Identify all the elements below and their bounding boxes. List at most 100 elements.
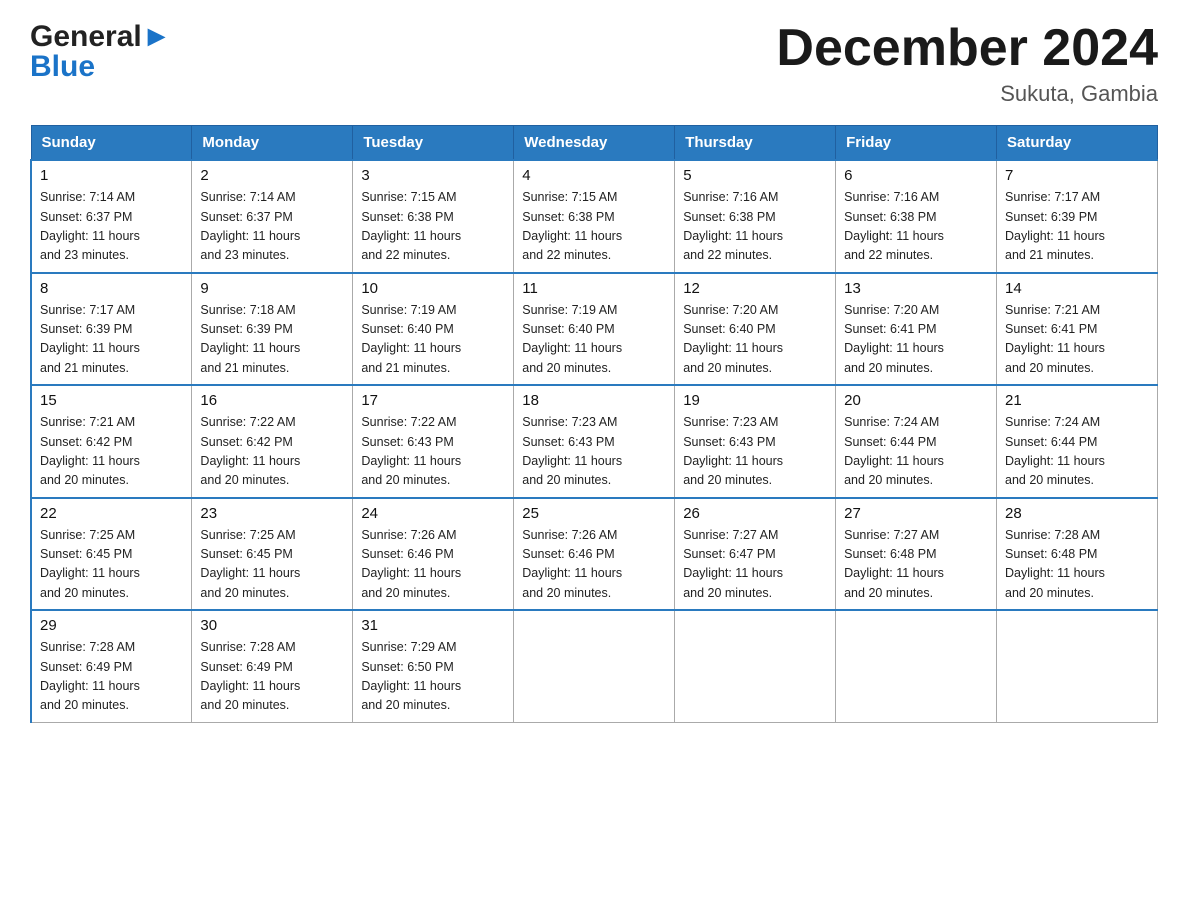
day-cell-29: 29Sunrise: 7:28 AMSunset: 6:49 PMDayligh… [31,610,192,722]
day-number: 21 [1005,392,1149,409]
day-number: 18 [522,392,666,409]
day-number: 15 [40,392,183,409]
month-title: December 2024 [776,20,1158,77]
day-info: Sunrise: 7:28 AMSunset: 6:48 PMDaylight:… [1005,526,1149,604]
weekday-header-friday: Friday [836,126,997,161]
day-number: 9 [200,280,344,297]
day-info: Sunrise: 7:23 AMSunset: 6:43 PMDaylight:… [522,413,666,491]
day-info: Sunrise: 7:24 AMSunset: 6:44 PMDaylight:… [844,413,988,491]
week-row-1: 1 Sunrise: 7:14 AMSunset: 6:37 PMDaylight… [31,160,1158,273]
day-cell-6: 6 Sunrise: 7:16 AMSunset: 6:38 PMDaylight… [836,160,997,273]
day-number: 7 [1005,167,1149,184]
day-cell-15: 15 Sunrise: 7:21 AMSunset: 6:42 PMDayligh… [31,385,192,498]
day-cell-13: 13Sunrise: 7:20 AMSunset: 6:41 PMDayligh… [836,273,997,386]
day-number: 25 [522,505,666,522]
day-cell-23: 23 Sunrise: 7:25 AMSunset: 6:45 PMDayligh… [192,498,353,611]
day-cell-28: 28 Sunrise: 7:28 AMSunset: 6:48 PMDayligh… [997,498,1158,611]
week-row-3: 15 Sunrise: 7:21 AMSunset: 6:42 PMDayligh… [31,385,1158,498]
day-number: 20 [844,392,988,409]
day-info: Sunrise: 7:16 AMSunset: 6:38 PMDaylight:… [844,188,988,266]
day-cell-27: 27Sunrise: 7:27 AMSunset: 6:48 PMDayligh… [836,498,997,611]
empty-cell [675,610,836,722]
day-cell-25: 25 Sunrise: 7:26 AMSunset: 6:46 PMDayligh… [514,498,675,611]
day-info: Sunrise: 7:23 AMSunset: 6:43 PMDaylight:… [683,413,827,491]
day-cell-2: 2 Sunrise: 7:14 AMSunset: 6:37 PMDaylight… [192,160,353,273]
day-number: 28 [1005,505,1149,522]
day-number: 26 [683,505,827,522]
day-cell-26: 26 Sunrise: 7:27 AMSunset: 6:47 PMDayligh… [675,498,836,611]
day-cell-10: 10 Sunrise: 7:19 AMSunset: 6:40 PMDayligh… [353,273,514,386]
day-cell-12: 12 Sunrise: 7:20 AMSunset: 6:40 PMDayligh… [675,273,836,386]
day-number: 12 [683,280,827,297]
day-cell-24: 24 Sunrise: 7:26 AMSunset: 6:46 PMDayligh… [353,498,514,611]
day-info: Sunrise: 7:15 AMSunset: 6:38 PMDaylight:… [522,188,666,266]
day-info: Sunrise: 7:25 AMSunset: 6:45 PMDaylight:… [40,526,183,604]
weekday-header-tuesday: Tuesday [353,126,514,161]
day-number: 19 [683,392,827,409]
day-number: 27 [844,505,988,522]
day-info: Sunrise: 7:26 AMSunset: 6:46 PMDaylight:… [522,526,666,604]
day-cell-11: 11Sunrise: 7:19 AMSunset: 6:40 PMDayligh… [514,273,675,386]
day-info: Sunrise: 7:24 AMSunset: 6:44 PMDaylight:… [1005,413,1149,491]
day-cell-31: 31Sunrise: 7:29 AMSunset: 6:50 PMDayligh… [353,610,514,722]
day-cell-21: 21 Sunrise: 7:24 AMSunset: 6:44 PMDayligh… [997,385,1158,498]
day-info: Sunrise: 7:18 AMSunset: 6:39 PMDaylight:… [200,301,344,379]
empty-cell [836,610,997,722]
weekday-header-monday: Monday [192,126,353,161]
calendar-table: SundayMondayTuesdayWednesdayThursdayFrid… [30,125,1158,723]
day-cell-4: 4 Sunrise: 7:15 AMSunset: 6:38 PMDaylight… [514,160,675,273]
day-info: Sunrise: 7:19 AMSunset: 6:40 PMDaylight:… [361,301,505,379]
page-header: General► Blue December 2024 Sukuta, Gamb… [30,20,1158,107]
day-cell-3: 3 Sunrise: 7:15 AMSunset: 6:38 PMDaylight… [353,160,514,273]
day-cell-9: 9 Sunrise: 7:18 AMSunset: 6:39 PMDaylight… [192,273,353,386]
day-cell-5: 5 Sunrise: 7:16 AMSunset: 6:38 PMDaylight… [675,160,836,273]
day-info: Sunrise: 7:20 AMSunset: 6:41 PMDaylight:… [844,301,988,379]
week-row-4: 22 Sunrise: 7:25 AMSunset: 6:45 PMDayligh… [31,498,1158,611]
day-cell-7: 7Sunrise: 7:17 AMSunset: 6:39 PMDaylight… [997,160,1158,273]
day-info: Sunrise: 7:22 AMSunset: 6:43 PMDaylight:… [361,413,505,491]
logo: General► Blue [30,20,171,84]
day-info: Sunrise: 7:26 AMSunset: 6:46 PMDaylight:… [361,526,505,604]
week-row-5: 29Sunrise: 7:28 AMSunset: 6:49 PMDayligh… [31,610,1158,722]
day-cell-17: 17Sunrise: 7:22 AMSunset: 6:43 PMDayligh… [353,385,514,498]
logo-line1: General► [30,20,171,54]
day-info: Sunrise: 7:27 AMSunset: 6:47 PMDaylight:… [683,526,827,604]
day-number: 5 [683,167,827,184]
day-cell-22: 22 Sunrise: 7:25 AMSunset: 6:45 PMDayligh… [31,498,192,611]
weekday-header-sunday: Sunday [31,126,192,161]
day-number: 22 [40,505,183,522]
day-info: Sunrise: 7:21 AMSunset: 6:41 PMDaylight:… [1005,301,1149,379]
day-cell-20: 20 Sunrise: 7:24 AMSunset: 6:44 PMDayligh… [836,385,997,498]
weekday-header-saturday: Saturday [997,126,1158,161]
day-info: Sunrise: 7:20 AMSunset: 6:40 PMDaylight:… [683,301,827,379]
day-number: 3 [361,167,505,184]
day-cell-8: 8Sunrise: 7:17 AMSunset: 6:39 PMDaylight… [31,273,192,386]
day-info: Sunrise: 7:21 AMSunset: 6:42 PMDaylight:… [40,413,183,491]
day-number: 10 [361,280,505,297]
day-cell-19: 19 Sunrise: 7:23 AMSunset: 6:43 PMDayligh… [675,385,836,498]
day-cell-16: 16Sunrise: 7:22 AMSunset: 6:42 PMDayligh… [192,385,353,498]
day-info: Sunrise: 7:29 AMSunset: 6:50 PMDaylight:… [361,638,505,716]
day-info: Sunrise: 7:16 AMSunset: 6:38 PMDaylight:… [683,188,827,266]
day-cell-14: 14Sunrise: 7:21 AMSunset: 6:41 PMDayligh… [997,273,1158,386]
day-number: 24 [361,505,505,522]
day-info: Sunrise: 7:14 AMSunset: 6:37 PMDaylight:… [200,188,344,266]
day-number: 1 [40,167,183,184]
day-info: Sunrise: 7:28 AMSunset: 6:49 PMDaylight:… [40,638,183,716]
weekday-header-wednesday: Wednesday [514,126,675,161]
empty-cell [514,610,675,722]
day-number: 8 [40,280,183,297]
weekday-header-row: SundayMondayTuesdayWednesdayThursdayFrid… [31,126,1158,161]
day-number: 23 [200,505,344,522]
weekday-header-thursday: Thursday [675,126,836,161]
empty-cell [997,610,1158,722]
day-info: Sunrise: 7:15 AMSunset: 6:38 PMDaylight:… [361,188,505,266]
week-row-2: 8Sunrise: 7:17 AMSunset: 6:39 PMDaylight… [31,273,1158,386]
day-number: 4 [522,167,666,184]
day-number: 2 [200,167,344,184]
day-info: Sunrise: 7:14 AMSunset: 6:37 PMDaylight:… [40,188,183,266]
day-number: 11 [522,280,666,297]
day-number: 30 [200,617,344,634]
day-info: Sunrise: 7:25 AMSunset: 6:45 PMDaylight:… [200,526,344,604]
day-number: 6 [844,167,988,184]
